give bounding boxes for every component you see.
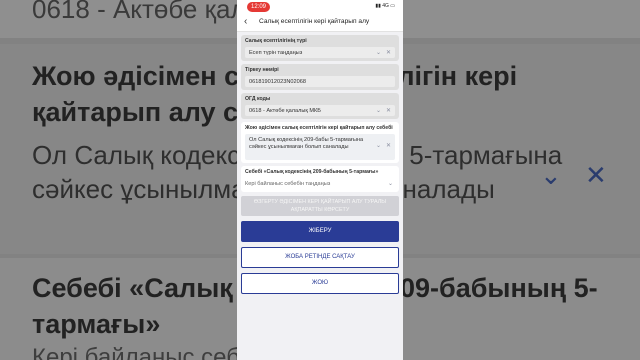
status-time: 12:09 <box>247 2 271 12</box>
reason-card: Жою әдісімен салық есептілігін кері қайт… <box>241 122 399 163</box>
form-content: Салық есептілігінің түрі Есеп түрін таңд… <box>237 35 403 294</box>
page-title: Салық есептілігін кері қайтарып алу <box>259 18 370 25</box>
ogd-code-label: ОГД коды <box>245 96 271 102</box>
report-type-select[interactable]: Есеп түрін таңдаңыз ⌄ ✕ <box>245 47 395 58</box>
ogd-code-select[interactable]: 0618 - Актөбе қалалық МКБ ⌄ ✕ <box>245 105 395 116</box>
phone-screen: 12:09 ▮▮ 4G ▭ ‹ Салық есептілігін кері қ… <box>237 0 403 360</box>
sub-reason-label: Себебі «Салық кодексінің 209-бабының 5-т… <box>245 169 379 175</box>
show-info-button[interactable]: ӨЗГЕРТУ ӘДІСІМЕН КЕРІ ҚАЙТАРЫП АЛУ ТУРАЛ… <box>241 196 399 216</box>
back-icon[interactable]: ‹ <box>244 16 247 27</box>
save-draft-button[interactable]: ЖОБА РЕТІНДЕ САҚТАУ <box>241 247 399 268</box>
nav-bar: ‹ Салық есептілігін кері қайтарып алу <box>237 13 403 32</box>
close-icon[interactable]: ✕ <box>386 143 391 150</box>
chevron-down-icon[interactable]: ⌄ <box>376 107 381 114</box>
bg-chevron-down-icon: ⌄ <box>540 160 562 190</box>
bg-close-icon: ✕ <box>585 160 607 190</box>
sub-reason-card: Себебі «Салық кодексінің 209-бабының 5-т… <box>241 166 399 192</box>
close-icon[interactable]: ✕ <box>386 49 391 56</box>
report-type-card: Салық есептілігінің түрі Есеп түрін таңд… <box>241 35 399 61</box>
status-bar: 12:09 ▮▮ 4G ▭ <box>237 0 403 13</box>
chevron-down-icon[interactable]: ⌄ <box>376 49 381 56</box>
send-button[interactable]: ЖІБЕРУ <box>241 221 399 242</box>
reg-number-field[interactable]: 061819012023N02068 <box>245 76 395 87</box>
close-icon[interactable]: ✕ <box>386 107 391 114</box>
reason-label: Жою әдісімен салық есептілігін кері қайт… <box>245 125 393 131</box>
chevron-down-icon[interactable]: ⌄ <box>388 180 393 187</box>
sub-reason-select[interactable]: Кері байланыс себебін таңдаңыз ⌄ <box>245 178 395 189</box>
report-type-label: Салық есептілігінің түрі <box>245 38 307 44</box>
chevron-down-icon[interactable]: ⌄ <box>376 143 381 150</box>
delete-button[interactable]: ЖОЮ <box>241 273 399 294</box>
reg-number-label: Тіркеу нөмірі <box>245 67 279 73</box>
status-icons: ▮▮ 4G ▭ <box>375 3 395 9</box>
ogd-code-card: ОГД коды 0618 - Актөбе қалалық МКБ ⌄ ✕ <box>241 93 399 119</box>
reg-number-card: Тіркеу нөмірі 061819012023N02068 <box>241 64 399 90</box>
reason-select[interactable]: Ол Салық кодексінің 209-бабы 5-тармағына… <box>245 134 395 160</box>
